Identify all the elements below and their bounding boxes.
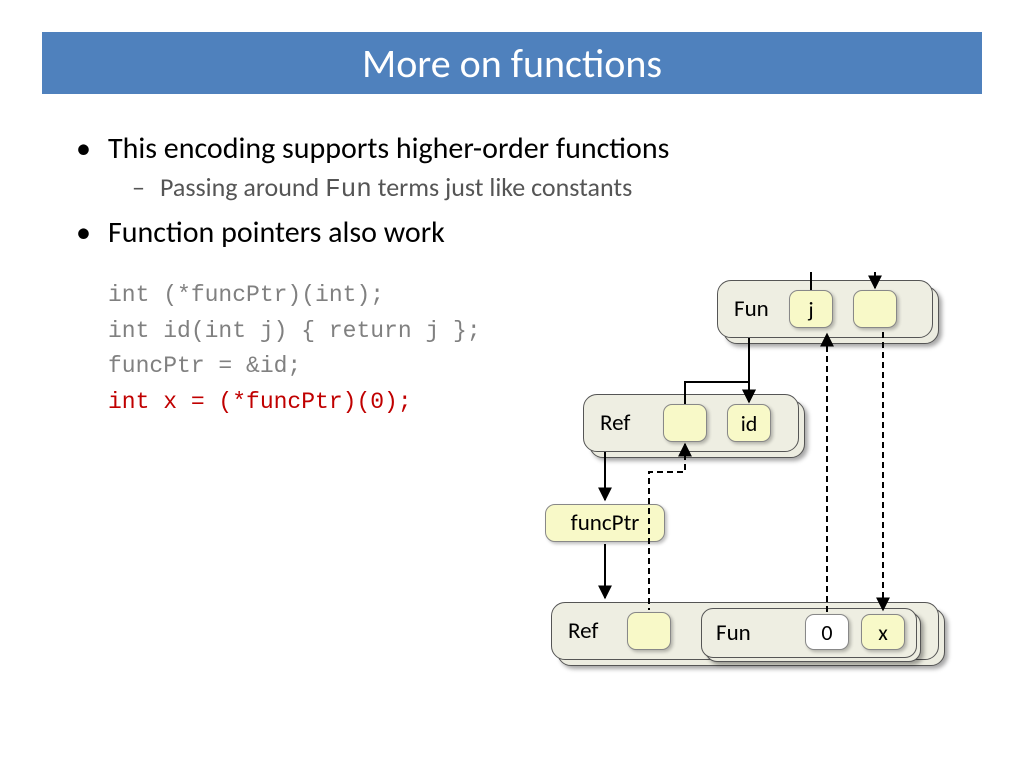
slide: More on functions • This encoding suppor… <box>0 0 1024 768</box>
label-ref-bot: Ref <box>568 617 598 645</box>
slot-fun-top-body <box>853 290 897 328</box>
slide-title: More on functions <box>362 39 662 88</box>
code-line-4: int x = (*funcPtr)(0); <box>108 385 481 421</box>
label-fun-top: Fun <box>734 295 769 323</box>
label-ref-mid: Ref <box>600 409 630 437</box>
body-text: • This encoding supports higher-order fu… <box>72 122 952 255</box>
pill-funcptr: funcPtr <box>545 504 665 542</box>
slot-id: id <box>727 404 771 442</box>
diagram: Fun j Ref id funcPtr Ref Fun 0 x <box>555 272 975 712</box>
slot-j: j <box>789 290 833 328</box>
code-line-1: int (*funcPtr)(int); <box>108 278 481 314</box>
bullet-marker-icon: • <box>72 130 108 167</box>
bullet-text: Function pointers also work <box>108 214 445 251</box>
dash-marker-icon: – <box>132 171 160 204</box>
title-bar: More on functions <box>42 32 982 94</box>
sub-bullet-fun-terms: – Passing around Fun terms just like con… <box>132 171 952 204</box>
slot-ref-mid-left <box>663 404 707 442</box>
bullet-func-ptrs: • Function pointers also work <box>72 214 952 251</box>
bullet-higher-order: • This encoding supports higher-order fu… <box>72 130 952 167</box>
slot-zero: 0 <box>805 614 849 650</box>
code-block: int (*funcPtr)(int); int id(int j) { ret… <box>108 278 481 421</box>
slot-ref-bot-addr <box>627 612 671 650</box>
bullet-text: This encoding supports higher-order func… <box>108 130 669 167</box>
bullet-marker-icon: • <box>72 214 108 251</box>
label-fun-bot: Fun <box>716 619 751 647</box>
code-line-2: int id(int j) { return j }; <box>108 314 481 350</box>
sub-bullet-text: Passing around Fun terms just like const… <box>160 171 632 204</box>
slot-x: x <box>861 614 905 650</box>
code-line-3: funcPtr = &id; <box>108 349 481 385</box>
